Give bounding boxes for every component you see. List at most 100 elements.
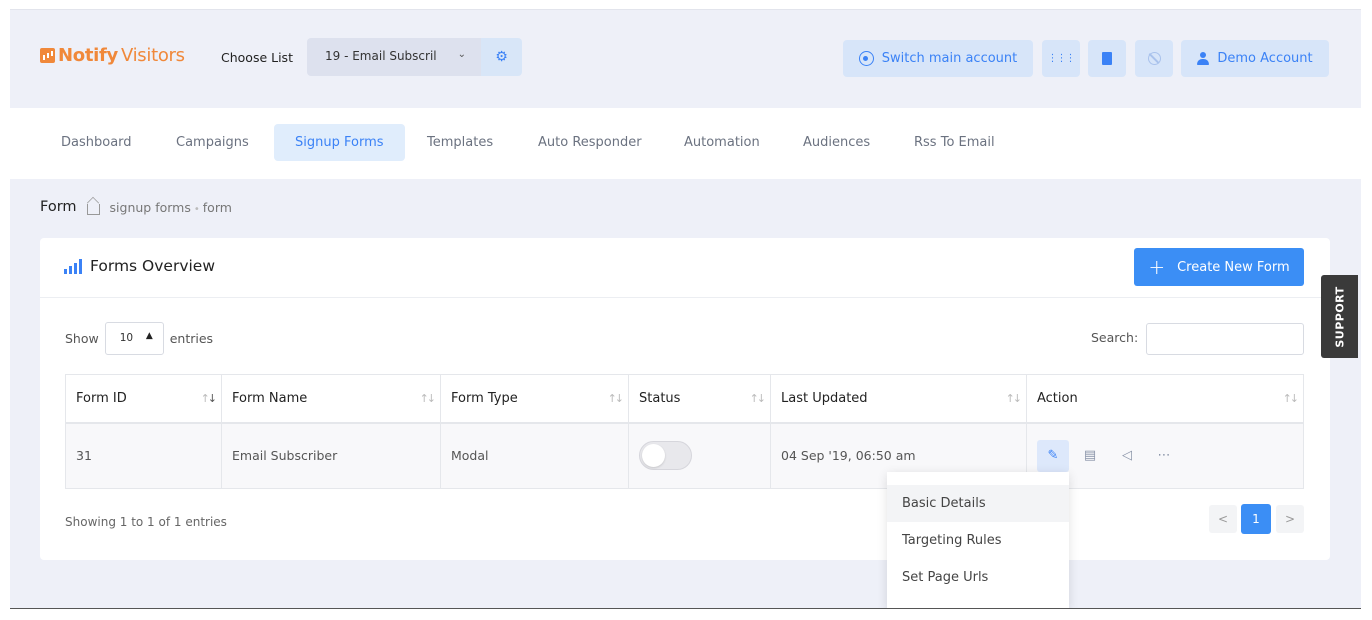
nav-automation[interactable]: Automation — [663, 124, 781, 161]
col-form-name-label: Form Name — [232, 390, 308, 406]
pagination-page-1[interactable]: 1 — [1241, 504, 1271, 534]
choose-list-label: Choose List — [221, 50, 293, 65]
sort-icon: ↑↓ — [1005, 392, 1023, 405]
gear-icon: ⚙ — [495, 49, 508, 65]
nav-audiences[interactable]: Audiences — [782, 124, 891, 161]
grid-icon: ⋮⋮⋮ — [1047, 53, 1076, 64]
brand-name-b: Visitors — [120, 45, 185, 66]
document-icon — [1102, 52, 1112, 65]
tag-icon: ◁ — [1122, 448, 1132, 464]
col-last-updated-label: Last Updated — [781, 390, 868, 406]
nav-rss-to-email[interactable]: Rss To Email — [893, 124, 1016, 161]
col-status-label: Status — [639, 390, 681, 406]
logo-chart-icon — [40, 48, 55, 63]
col-form-type[interactable]: Form Type ↑↓ — [440, 374, 629, 424]
forms-table: Form ID ↑↓ Form Name ↑↓ Form Type ↑↓ Status… — [65, 374, 1304, 489]
pagination-prev[interactable]: < — [1209, 505, 1237, 533]
menu-set-page-urls[interactable]: Set Page Urls — [887, 559, 1069, 596]
table-info: Showing 1 to 1 of 1 entries — [65, 515, 227, 529]
main-nav: Dashboard Campaigns Signup Forms Templat… — [10, 108, 1361, 179]
menu-basic-details[interactable]: Basic Details — [887, 485, 1069, 522]
more-dots-icon: ⋯ — [1157, 448, 1171, 464]
forms-overview-card: Forms Overview + Create New Form Show 10… — [40, 238, 1330, 560]
sort-icon: ↑↓ — [200, 392, 218, 405]
switch-account-label: Switch main account — [881, 51, 1018, 66]
search-label: Search: — [1091, 330, 1139, 345]
scrollbar[interactable] — [1361, 9, 1372, 609]
search-input[interactable] — [1146, 323, 1304, 355]
chevron-down-icon: ⌄ — [457, 49, 466, 60]
breadcrumb-form: form — [202, 199, 232, 215]
nav-dashboard[interactable]: Dashboard — [40, 124, 153, 161]
page-title: Form — [40, 199, 77, 215]
breadcrumb-path: signup forms • form — [110, 200, 232, 215]
list-settings-button[interactable]: ⚙ — [481, 38, 522, 76]
pagination-next[interactable]: > — [1276, 505, 1304, 533]
list-select[interactable]: 19 - Email Subscril ⌄ — [307, 38, 482, 76]
col-status[interactable]: Status ↑↓ — [628, 374, 771, 424]
col-action-label: Action — [1037, 390, 1078, 406]
menu-targeting-rules[interactable]: Targeting Rules — [887, 522, 1069, 559]
nav-auto-responder[interactable]: Auto Responder — [517, 124, 663, 161]
card-title: Forms Overview — [64, 257, 215, 275]
switch-account-button[interactable]: Switch main account — [843, 40, 1033, 77]
tag-button[interactable]: ◁ — [1111, 440, 1143, 472]
breadcrumb-signup-forms[interactable]: signup forms — [110, 200, 191, 215]
radio-dot-icon — [858, 51, 874, 66]
cell-form-id: 31 — [65, 422, 222, 489]
breadcrumb-separator: • — [193, 203, 200, 215]
preview-button[interactable]: ▤ — [1074, 440, 1106, 472]
table-row: 31 Email Subscriber Modal 04 Sep '19, 06… — [65, 422, 1304, 489]
entries-value: 10 — [119, 332, 134, 344]
home-icon[interactable] — [86, 203, 100, 215]
sort-icon: ↑↓ — [607, 392, 625, 405]
brand-logo[interactable]: Notify Visitors — [40, 45, 185, 66]
col-form-name[interactable]: Form Name ↑↓ — [221, 374, 441, 424]
nav-templates[interactable]: Templates — [406, 124, 514, 161]
entries-length: Show 10 ▲︎ entries — [65, 322, 213, 355]
support-tab[interactable]: SUPPORT — [1321, 275, 1358, 358]
edit-icon: ✎ — [1047, 448, 1059, 464]
create-new-form-label: Create New Form — [1177, 259, 1290, 275]
cell-status — [628, 422, 771, 489]
plus-icon: + — [1148, 255, 1166, 279]
list-select-value: 19 - Email Subscril — [325, 49, 437, 63]
sort-icon: ↑↓ — [419, 392, 437, 405]
apps-grid-button[interactable]: ⋮⋮⋮ — [1042, 40, 1080, 77]
app-frame: Notify Visitors Choose List 19 - Email Su… — [10, 9, 1361, 609]
row-actions: ✎ ▤ ◁ ⋯ — [1037, 439, 1293, 472]
nav-signup-forms[interactable]: Signup Forms — [274, 124, 405, 161]
create-new-form-button[interactable]: + Create New Form — [1134, 248, 1304, 286]
document-button[interactable] — [1088, 40, 1126, 77]
account-button[interactable]: Demo Account — [1181, 40, 1329, 77]
edit-button[interactable]: ✎ — [1037, 439, 1069, 472]
account-label: Demo Account — [1217, 51, 1313, 66]
monitor-icon: ▤ — [1083, 448, 1097, 464]
support-label: SUPPORT — [1333, 285, 1346, 348]
col-form-id[interactable]: Form ID ↑↓ — [65, 374, 222, 424]
more-button[interactable]: ⋯ — [1148, 440, 1180, 472]
show-label: Show — [65, 331, 99, 346]
block-button[interactable] — [1135, 40, 1173, 77]
entries-label: entries — [169, 331, 214, 346]
status-toggle[interactable] — [639, 441, 692, 471]
cell-form-name: Email Subscriber — [221, 422, 441, 489]
ban-icon — [1147, 52, 1161, 65]
table-header-row: Form ID ↑↓ Form Name ↑↓ Form Type ↑↓ Status… — [65, 374, 1304, 424]
cell-form-type: Modal — [440, 422, 629, 489]
brand-name-a: Notify — [58, 45, 118, 66]
entries-select[interactable]: 10 ▲︎ — [104, 322, 164, 355]
sort-icon: ↑↓ — [749, 392, 767, 405]
action-dropdown-menu: Basic Details Targeting Rules Set Page U… — [887, 472, 1069, 608]
col-form-type-label: Form Type — [451, 390, 518, 406]
card-header: Forms Overview + Create New Form — [40, 238, 1330, 298]
col-form-id-label: Form ID — [76, 390, 127, 406]
nav-campaigns[interactable]: Campaigns — [155, 124, 270, 161]
sort-arrows-icon: ▲︎ — [145, 331, 153, 341]
breadcrumb: Form signup forms • form — [40, 199, 232, 215]
user-icon — [1197, 52, 1210, 65]
chart-icon — [64, 258, 82, 274]
col-action[interactable]: Action ↑↓ — [1026, 374, 1304, 424]
sort-icon: ↑↓ — [1282, 392, 1300, 405]
col-last-updated[interactable]: Last Updated ↑↓ — [770, 374, 1027, 424]
